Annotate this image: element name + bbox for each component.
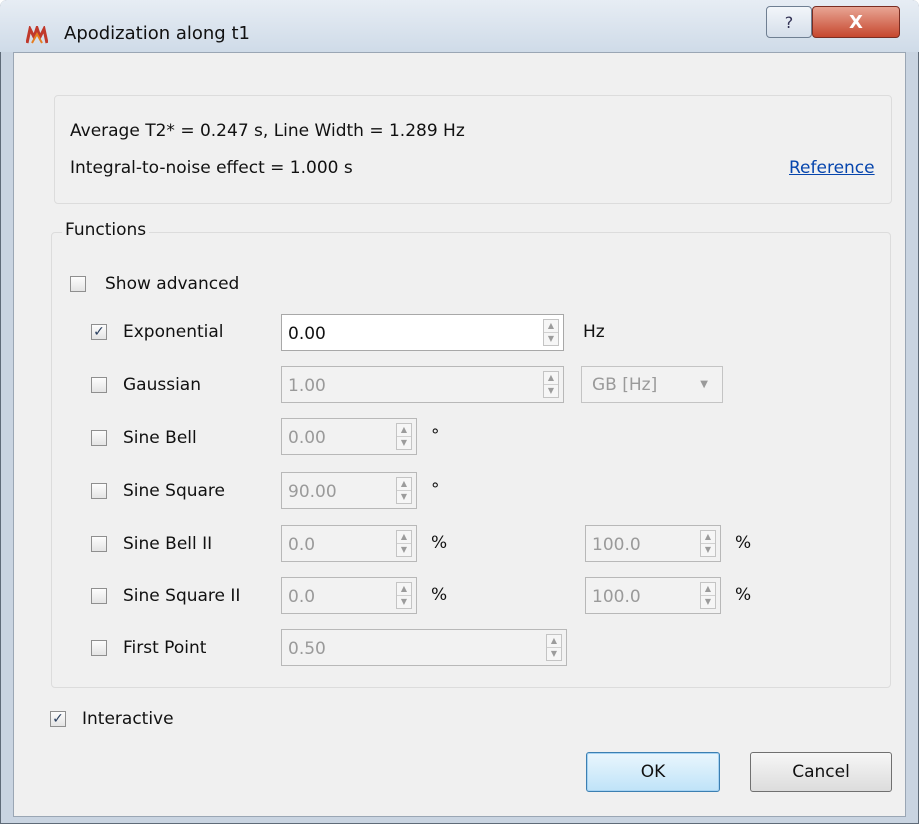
up-arrow-icon[interactable]: ▲ — [547, 635, 561, 648]
cancel-button[interactable]: Cancel — [750, 752, 892, 792]
interactive-checkbox[interactable]: ✓ — [50, 711, 66, 727]
up-arrow-icon[interactable]: ▲ — [397, 478, 411, 491]
reference-link[interactable]: Reference — [789, 158, 875, 178]
sine-square-ii-end-unit: % — [735, 585, 752, 605]
down-arrow-icon[interactable]: ▼ — [397, 491, 411, 503]
first-point-spinbox[interactable]: 0.50 ▲ ▼ — [281, 629, 567, 666]
sine-square-ii-checkbox[interactable] — [91, 588, 107, 604]
sine-bell-ii-start-spinbox[interactable]: 0.0 ▲ ▼ — [281, 525, 417, 562]
close-icon: X — [849, 11, 863, 33]
sine-square-spinbox[interactable]: 90.00 ▲ ▼ — [281, 472, 417, 509]
sine-square-ii-start-unit: % — [431, 585, 448, 605]
sine-square-unit: ° — [431, 480, 440, 500]
sine-square-ii-end-spinbox[interactable]: 100.0 ▲ ▼ — [585, 577, 721, 614]
up-arrow-icon[interactable]: ▲ — [544, 372, 558, 385]
up-arrow-icon[interactable]: ▲ — [701, 583, 715, 596]
sine-square-ii-end-stepper[interactable]: ▲ ▼ — [700, 582, 716, 609]
gaussian-value: 1.00 — [288, 376, 326, 396]
sine-square-label: Sine Square — [123, 481, 225, 501]
help-button[interactable]: ? — [766, 6, 812, 38]
gaussian-label: Gaussian — [123, 375, 201, 395]
show-advanced-checkbox[interactable] — [70, 276, 86, 292]
sine-bell-ii-end-unit: % — [735, 533, 752, 553]
show-advanced-label: Show advanced — [105, 274, 240, 294]
sine-bell-ii-start-value: 0.0 — [288, 535, 316, 555]
sine-square-ii-start-value: 0.0 — [288, 587, 316, 607]
sine-square-checkbox[interactable] — [91, 483, 107, 499]
sine-bell-unit: ° — [431, 426, 440, 446]
sine-bell-ii-end-value: 100.0 — [592, 535, 641, 555]
up-arrow-icon[interactable]: ▲ — [397, 583, 411, 596]
sine-bell-checkbox[interactable] — [91, 430, 107, 446]
down-arrow-icon[interactable]: ▼ — [701, 544, 715, 556]
first-point-value: 0.50 — [288, 639, 326, 659]
chevron-down-icon: ▼ — [700, 379, 708, 390]
down-arrow-icon[interactable]: ▼ — [397, 544, 411, 556]
sine-bell-stepper[interactable]: ▲ ▼ — [396, 423, 412, 450]
gaussian-parameter-select[interactable]: GB [Hz] ▼ — [581, 366, 723, 403]
sine-bell-ii-checkbox[interactable] — [91, 536, 107, 552]
functions-group — [51, 232, 891, 688]
exponential-value: 0.00 — [288, 324, 326, 344]
up-arrow-icon[interactable]: ▲ — [701, 531, 715, 544]
exponential-label: Exponential — [123, 322, 224, 342]
sine-bell-ii-label: Sine Bell II — [123, 534, 213, 554]
first-point-checkbox[interactable] — [91, 640, 107, 656]
down-arrow-icon[interactable]: ▼ — [397, 596, 411, 608]
integral-to-noise-text: Integral-to-noise effect = 1.000 s — [70, 158, 353, 178]
up-arrow-icon[interactable]: ▲ — [397, 424, 411, 437]
gaussian-parameter-value: GB [Hz] — [592, 375, 658, 395]
sine-bell-ii-start-stepper[interactable]: ▲ ▼ — [396, 530, 412, 557]
sine-bell-value: 0.00 — [288, 428, 326, 448]
functions-group-title: Functions — [62, 220, 150, 240]
gaussian-checkbox[interactable] — [91, 377, 107, 393]
up-arrow-icon[interactable]: ▲ — [544, 320, 558, 333]
average-t2-text: Average T2* = 0.247 s, Line Width = 1.28… — [70, 121, 465, 141]
sine-square-value: 90.00 — [288, 482, 337, 502]
down-arrow-icon[interactable]: ▼ — [544, 333, 558, 345]
gaussian-spinbox[interactable]: 1.00 ▲ ▼ — [281, 366, 564, 403]
app-logo-icon — [26, 26, 48, 44]
sine-bell-spinbox[interactable]: 0.00 ▲ ▼ — [281, 418, 417, 455]
interactive-label: Interactive — [82, 709, 174, 729]
down-arrow-icon[interactable]: ▼ — [397, 437, 411, 449]
sine-square-ii-label: Sine Square II — [123, 586, 241, 606]
sine-square-ii-start-spinbox[interactable]: 0.0 ▲ ▼ — [281, 577, 417, 614]
up-arrow-icon[interactable]: ▲ — [397, 531, 411, 544]
down-arrow-icon[interactable]: ▼ — [544, 385, 558, 397]
window-title: Apodization along t1 — [64, 23, 250, 44]
sine-square-ii-start-stepper[interactable]: ▲ ▼ — [396, 582, 412, 609]
first-point-stepper[interactable]: ▲ ▼ — [546, 634, 562, 661]
sine-bell-ii-start-unit: % — [431, 533, 448, 553]
sine-bell-ii-end-stepper[interactable]: ▲ ▼ — [700, 530, 716, 557]
ok-button[interactable]: OK — [586, 752, 720, 792]
sine-bell-label: Sine Bell — [123, 428, 197, 448]
close-button[interactable]: X — [812, 6, 900, 38]
sine-bell-ii-end-spinbox[interactable]: 100.0 ▲ ▼ — [585, 525, 721, 562]
exponential-stepper[interactable]: ▲ ▼ — [543, 319, 559, 346]
sine-square-stepper[interactable]: ▲ ▼ — [396, 477, 412, 504]
exponential-checkbox[interactable]: ✓ — [91, 324, 107, 340]
exponential-spinbox[interactable]: 0.00 ▲ ▼ — [281, 314, 564, 351]
help-icon: ? — [784, 12, 794, 32]
sine-square-ii-end-value: 100.0 — [592, 587, 641, 607]
down-arrow-icon[interactable]: ▼ — [701, 596, 715, 608]
down-arrow-icon[interactable]: ▼ — [547, 648, 561, 660]
gaussian-stepper[interactable]: ▲ ▼ — [543, 371, 559, 398]
info-panel — [54, 95, 892, 204]
exponential-unit: Hz — [583, 322, 605, 342]
first-point-label: First Point — [123, 638, 207, 658]
